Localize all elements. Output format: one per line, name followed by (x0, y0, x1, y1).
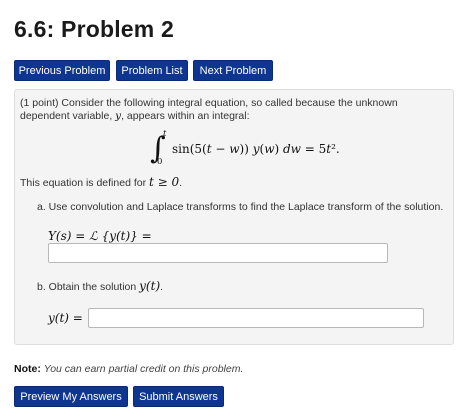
previous-problem-button[interactable]: Previous Problem (14, 60, 110, 81)
note-text: You can earn partial credit on this prob… (43, 363, 244, 375)
part-b-suffix: . (160, 281, 164, 293)
problem-panel (14, 89, 454, 345)
part-a-answer-input[interactable] (48, 243, 388, 263)
integral-upper-limit: t (163, 129, 167, 139)
integral-part: w (229, 142, 240, 156)
integral-part: dw (282, 142, 301, 156)
integral-part: ². (331, 142, 340, 156)
domain-suffix: . (179, 177, 183, 189)
problem-list-button[interactable]: Problem List (116, 60, 188, 81)
part-a-label: Y(s) = ℒ {y(t)} = (48, 229, 152, 243)
integral-body: sin(5(t − w)) y(w) dw = 5t². (172, 142, 340, 156)
integral-part: sin(5( (172, 142, 207, 156)
part-b-prefix: b. Obtain the solution (37, 281, 140, 293)
page-title: 6.6: Problem 2 (14, 16, 175, 42)
preview-answers-button[interactable]: Preview My Answers (14, 386, 128, 407)
integral-part: )) (239, 142, 253, 156)
part-b-math: y(t) (139, 279, 161, 293)
integral-part: − (211, 142, 230, 156)
integral-part: w (264, 142, 275, 156)
part-b-text: b. Obtain the solution y(t). (37, 280, 163, 294)
integral-part: = 5 (300, 142, 327, 156)
domain-prefix: This equation is defined for (20, 177, 149, 189)
part-b-answer-input[interactable] (88, 308, 424, 328)
problem-intro-end: , appears within an integral: (121, 110, 250, 122)
partial-credit-note: Note: You can earn partial credit on thi… (14, 363, 243, 375)
integral-lower-limit: 0 (157, 157, 163, 167)
integral-part: ) (274, 142, 283, 156)
integral-part: y (252, 142, 260, 156)
problem-intro: (1 point) Consider the following integra… (20, 97, 440, 123)
part-b-label: y(t) = (48, 311, 83, 325)
note-label: Note: (14, 363, 41, 375)
part-a-text: a. Use convolution and Laplace transform… (37, 201, 444, 213)
next-problem-button[interactable]: Next Problem (193, 60, 273, 81)
domain-math: t ≥ 0 (149, 175, 180, 189)
submit-answers-button[interactable]: Submit Answers (133, 386, 224, 407)
domain-statement: This equation is defined for t ≥ 0. (20, 176, 182, 190)
